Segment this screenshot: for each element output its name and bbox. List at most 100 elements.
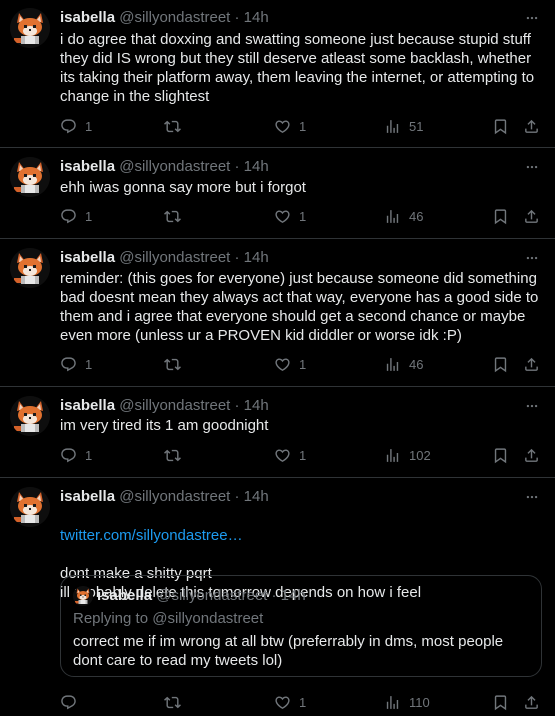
- views-icon: [384, 694, 401, 711]
- share-button[interactable]: [523, 445, 548, 465]
- separator: ·: [234, 488, 240, 505]
- author-handle[interactable]: @sillyondastreet: [119, 9, 230, 26]
- more-icon[interactable]: [523, 160, 541, 174]
- share-icon: [523, 118, 540, 135]
- tweet-text: i do agree that doxxing and swatting som…: [60, 31, 535, 105]
- avatar[interactable]: [10, 157, 50, 197]
- reply-count: 1: [85, 447, 93, 463]
- like-icon: [274, 694, 291, 711]
- divider: [0, 386, 555, 387]
- author-name[interactable]: isabella: [60, 249, 115, 266]
- views-button[interactable]: 110: [384, 692, 430, 712]
- separator: ·: [234, 249, 240, 266]
- views-icon: [384, 447, 401, 464]
- timestamp[interactable]: 14h: [244, 9, 269, 26]
- retweet-button[interactable]: [164, 206, 189, 226]
- reply-button[interactable]: 1: [60, 206, 92, 226]
- reply-button[interactable]: 1: [60, 354, 92, 374]
- share-button[interactable]: [523, 692, 548, 712]
- author-handle[interactable]: @sillyondastreet: [119, 249, 230, 266]
- avatar[interactable]: [10, 487, 50, 527]
- tweet-link[interactable]: twitter.com/sillyondastree…: [60, 526, 545, 545]
- quoted-tweet[interactable]: isabella @sillyondastreet · 14h Replying…: [60, 575, 542, 677]
- reply-button[interactable]: [60, 692, 85, 712]
- tweet-header: isabella @sillyondastreet · 14h: [60, 396, 515, 416]
- bookmark-button[interactable]: [492, 445, 517, 465]
- more-icon[interactable]: [523, 490, 541, 504]
- reply-icon: [60, 208, 77, 225]
- author-name: isabella: [97, 587, 153, 604]
- share-button[interactable]: [523, 354, 548, 374]
- share-icon: [523, 447, 540, 464]
- views-button[interactable]: 46: [384, 206, 423, 226]
- share-icon: [523, 208, 540, 225]
- action-bar: 1 1 102: [60, 445, 545, 465]
- bookmark-icon: [492, 447, 509, 464]
- reply-button[interactable]: 1: [60, 116, 92, 136]
- bookmark-button[interactable]: [492, 354, 517, 374]
- retweet-button[interactable]: [164, 354, 189, 374]
- more-icon[interactable]: [523, 399, 541, 413]
- author-name[interactable]: isabella: [60, 397, 115, 414]
- tweet-text: ehh iwas gonna say more but i forgot: [60, 179, 306, 196]
- avatar[interactable]: [10, 8, 50, 48]
- tweet-header: isabella @sillyondastreet · 14h: [60, 487, 515, 507]
- author-handle[interactable]: @sillyondastreet: [119, 488, 230, 505]
- tweet[interactable]: isabella @sillyondastreet · 14h ehh iwas…: [0, 157, 555, 239]
- tweet[interactable]: isabella @sillyondastreet · 14h reminder…: [0, 248, 555, 388]
- tweet[interactable]: isabella @sillyondastreet · 14h twitter.…: [0, 487, 555, 716]
- avatar: [73, 586, 93, 606]
- author-handle[interactable]: @sillyondastreet: [119, 397, 230, 414]
- views-count: 51: [409, 118, 424, 134]
- retweet-button[interactable]: [164, 445, 189, 465]
- like-button[interactable]: 1: [274, 445, 306, 465]
- bookmark-button[interactable]: [492, 116, 517, 136]
- more-icon[interactable]: [523, 11, 541, 25]
- timestamp[interactable]: 14h: [244, 488, 269, 505]
- like-count: 1: [299, 118, 307, 134]
- tweet[interactable]: isabella @sillyondastreet · 14h im very …: [0, 396, 555, 476]
- like-button[interactable]: 1: [274, 116, 306, 136]
- quoted-tweet-text: correct me if im wrong at all btw (prefe…: [73, 633, 504, 669]
- timestamp[interactable]: 14h: [244, 158, 269, 175]
- views-count: 46: [409, 208, 424, 224]
- action-bar: 1 1 46: [60, 354, 545, 374]
- retweet-icon: [164, 447, 181, 464]
- avatar[interactable]: [10, 396, 50, 436]
- like-button[interactable]: 1: [274, 206, 306, 226]
- tweet-header: isabella @sillyondastreet · 14h: [60, 248, 515, 268]
- like-icon: [274, 356, 291, 373]
- bookmark-icon: [492, 208, 509, 225]
- action-bar: 1 1 46: [60, 206, 545, 226]
- retweet-button[interactable]: [164, 116, 189, 136]
- quoted-tweet-header: isabella @sillyondastreet · 14h: [97, 586, 306, 605]
- views-button[interactable]: 102: [384, 445, 431, 465]
- reply-button[interactable]: 1: [60, 445, 92, 465]
- tweet[interactable]: isabella @sillyondastreet · 14h i do agr…: [0, 8, 555, 148]
- author-name[interactable]: isabella: [60, 9, 115, 26]
- avatar[interactable]: [10, 248, 50, 288]
- bookmark-button[interactable]: [492, 692, 517, 712]
- reply-icon: [60, 118, 77, 135]
- author-name[interactable]: isabella: [60, 488, 115, 505]
- timestamp[interactable]: 14h: [244, 397, 269, 414]
- retweet-button[interactable]: [164, 692, 189, 712]
- author-name[interactable]: isabella: [60, 158, 115, 175]
- views-button[interactable]: 51: [384, 116, 423, 136]
- author-handle[interactable]: @sillyondastreet: [119, 158, 230, 175]
- share-button[interactable]: [523, 206, 548, 226]
- separator: ·: [234, 9, 240, 26]
- share-button[interactable]: [523, 116, 548, 136]
- tweet-header: isabella @sillyondastreet · 14h: [60, 157, 515, 177]
- views-count: 110: [409, 694, 430, 710]
- separator: ·: [271, 587, 277, 604]
- like-count: 1: [299, 356, 307, 372]
- divider: [0, 147, 555, 148]
- like-button[interactable]: 1: [274, 692, 306, 712]
- views-button[interactable]: 46: [384, 354, 423, 374]
- bookmark-button[interactable]: [492, 206, 517, 226]
- like-button[interactable]: 1: [274, 354, 306, 374]
- reply-icon: [60, 356, 77, 373]
- more-icon[interactable]: [523, 251, 541, 265]
- timestamp[interactable]: 14h: [244, 249, 269, 266]
